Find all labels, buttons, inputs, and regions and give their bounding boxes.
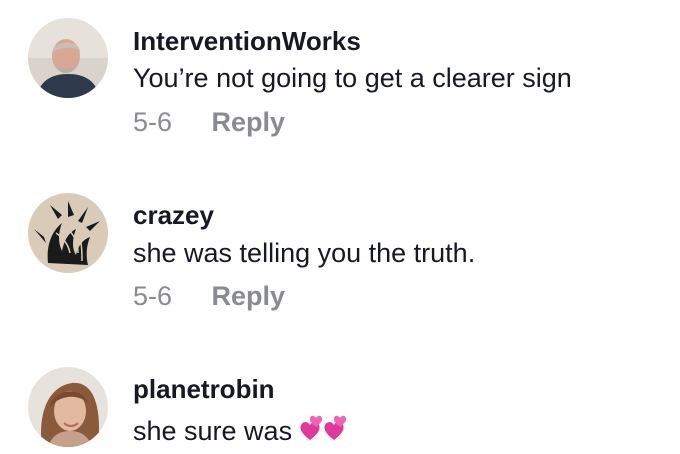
avatar[interactable] xyxy=(28,193,108,273)
avatar[interactable] xyxy=(28,18,108,98)
woman-portrait-icon xyxy=(28,367,108,447)
man-portrait-icon xyxy=(28,18,108,98)
comment-meta: 5-6 Reply xyxy=(133,283,285,310)
reply-button[interactable]: Reply xyxy=(212,283,286,310)
dragon-drawing-icon xyxy=(28,193,108,273)
comment-meta: 5-6 Reply xyxy=(133,109,285,136)
comment-date: 5-6 xyxy=(133,107,173,137)
comment-text: she was telling you the truth. xyxy=(133,238,476,268)
comment-text: she sure was xyxy=(133,416,293,446)
comment-username[interactable]: planetrobin xyxy=(133,376,275,402)
reply-button[interactable]: Reply xyxy=(212,109,286,136)
avatar[interactable] xyxy=(28,367,108,447)
two-hearts-icon xyxy=(298,414,348,447)
comment-username[interactable]: crazey xyxy=(133,202,214,228)
comment-date: 5-6 xyxy=(133,281,173,311)
comment-text: You’re not going to get a clearer sign xyxy=(133,63,572,93)
comment-text-row: she sure was xyxy=(133,414,348,447)
comment-username[interactable]: InterventionWorks xyxy=(133,28,361,54)
